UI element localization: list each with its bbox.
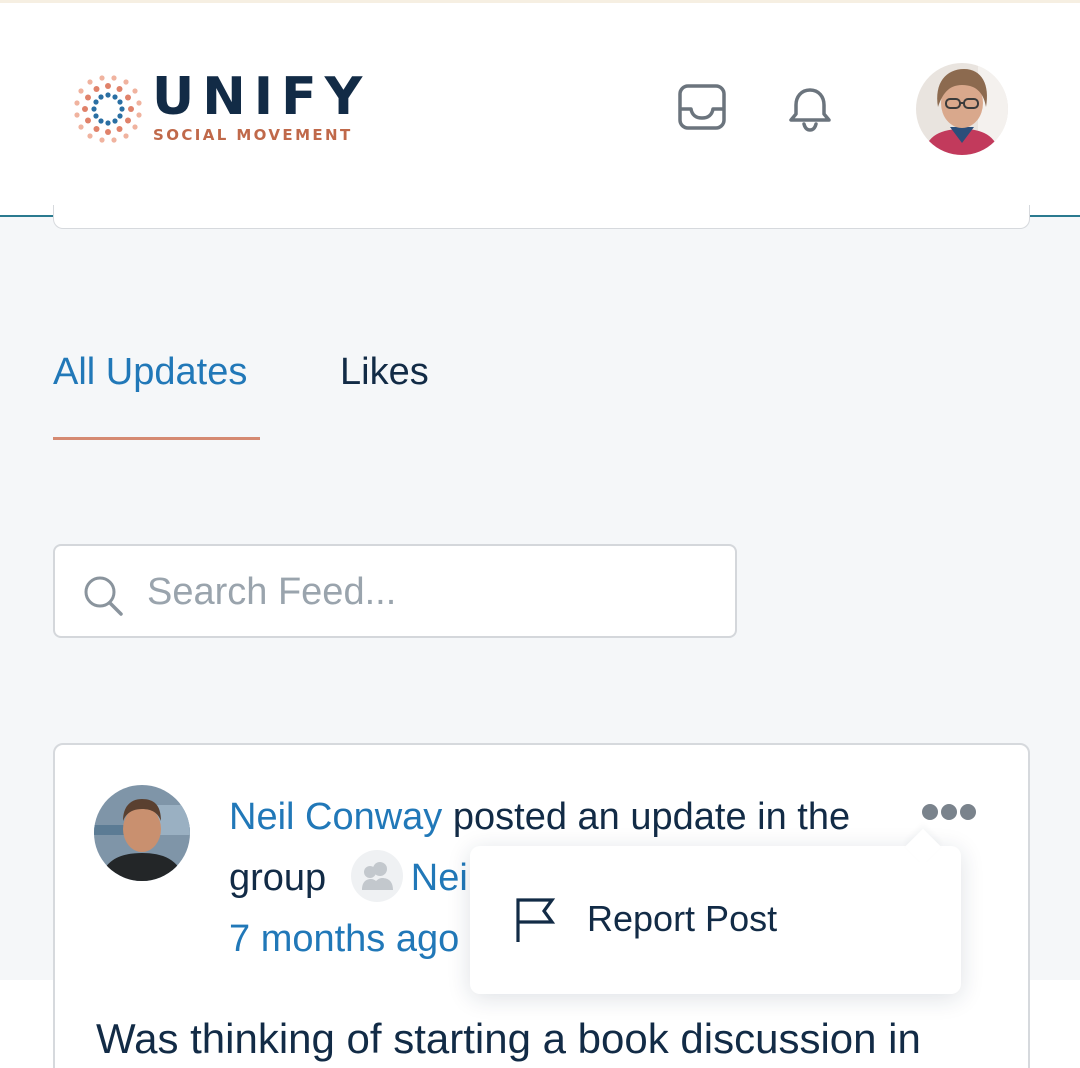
more-dot (941, 804, 957, 820)
tab-likes[interactable]: Likes (340, 340, 429, 404)
logo-mark-icon (74, 75, 142, 143)
site-header: UNIFY SOCIAL MOVEMENT (0, 3, 1080, 217)
inbox-icon[interactable] (676, 82, 728, 134)
post-card-border-left (53, 980, 55, 1068)
group-link[interactable]: Nei (411, 857, 468, 899)
bell-icon[interactable] (784, 82, 836, 134)
previous-card-edge (53, 205, 1030, 229)
unify-logo[interactable]: UNIFY SOCIAL MOVEMENT (72, 69, 402, 147)
post-author-link[interactable]: Neil Conway (229, 796, 442, 838)
logo-tagline: SOCIAL MOVEMENT (153, 126, 353, 144)
post-author-avatar-image (94, 785, 190, 881)
search-input[interactable] (147, 564, 707, 620)
flag-icon (516, 898, 556, 942)
post-content-text: Was thinking of starting a book discussi… (96, 1015, 921, 1062)
user-avatar[interactable] (916, 63, 1008, 155)
group-avatar[interactable] (350, 849, 403, 902)
more-dot (960, 804, 976, 820)
post-options-dropdown: Report Post (470, 828, 961, 994)
active-tab-indicator (53, 437, 260, 440)
search-feed-box (53, 544, 737, 638)
user-avatar-image (916, 63, 1008, 155)
logo-wordmark: UNIFY (152, 67, 371, 127)
more-dot (922, 804, 938, 820)
group-icon (361, 861, 393, 890)
post-card-border-right (1028, 980, 1030, 1068)
post-author-avatar[interactable] (94, 785, 190, 881)
report-post-menu-item[interactable]: Report Post (470, 846, 961, 994)
search-icon (84, 576, 123, 616)
post-more-options-button[interactable] (920, 800, 978, 826)
report-post-label: Report Post (587, 898, 778, 939)
tab-all-updates[interactable]: All Updates (53, 340, 247, 404)
post-timestamp-link[interactable]: 7 months ago (229, 918, 459, 960)
